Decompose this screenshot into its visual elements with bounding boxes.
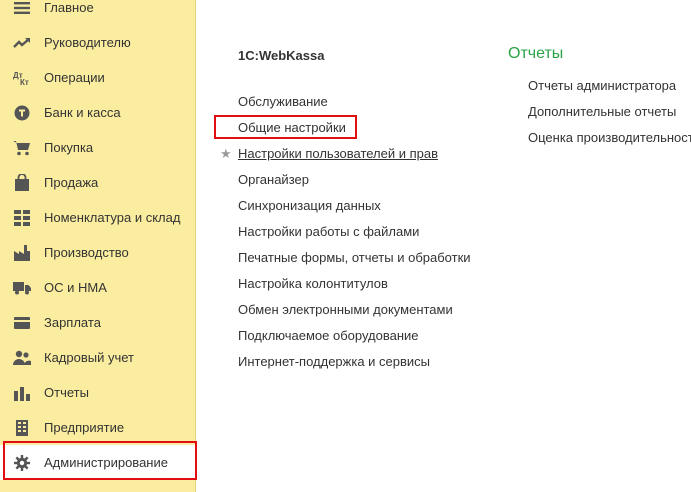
sidebar-item-label: Зарплата [44,315,101,330]
sidebar-item-administration[interactable]: Администрирование [0,445,195,480]
reports-title: Отчеты [508,45,564,62]
sidebar-item-label: Кадровый учет [44,350,134,365]
link-maintenance[interactable]: Обслуживание [238,94,328,110]
link-equipment[interactable]: Подключаемое оборудование [238,328,419,344]
sidebar-item-label: Руководителю [44,35,131,50]
factory-icon [13,244,31,262]
link-print-forms[interactable]: Печатные формы, отчеты и обработки [238,250,471,266]
debit-credit-icon: Дт Кт [13,69,31,87]
sidebar-item-production[interactable]: Производство [0,235,195,270]
sidebar-item-label: Банк и касса [44,105,121,120]
cart-icon [13,139,31,157]
link-admin-reports[interactable]: Отчеты администратора [528,78,676,94]
section-title: 1C:WebKassa [238,48,325,63]
sidebar-item-purchase[interactable]: Покупка [0,130,195,165]
link-edi[interactable]: Обмен электронными документами [238,302,453,318]
sidebar-item-operations[interactable]: Дт Кт Операции [0,60,195,95]
sidebar-item-manager[interactable]: Руководителю [0,25,195,60]
sidebar-item-bank[interactable]: Банк и касса [0,95,195,130]
truck-icon [13,279,31,297]
gear-icon [13,454,31,472]
svg-text:Кт: Кт [20,78,29,86]
sidebar-item-label: Производство [44,245,129,260]
link-user-settings[interactable]: Настройки пользователей и прав [238,146,438,162]
sidebar-item-enterprise[interactable]: Предприятие [0,410,195,445]
sidebar-item-salary[interactable]: Зарплата [0,305,195,340]
menu-icon [13,0,31,17]
sidebar-item-fixed-assets[interactable]: ОС и НМА [0,270,195,305]
sidebar-item-label: ОС и НМА [44,280,107,295]
link-additional-reports[interactable]: Дополнительные отчеты [528,104,676,120]
coin-icon [13,104,31,122]
sidebar-item-label: Главное [44,0,94,15]
building-icon [13,419,31,437]
link-general-settings[interactable]: Общие настройки [238,120,346,136]
sidebar-item-hr[interactable]: Кадровый учет [0,340,195,375]
sidebar-item-sales[interactable]: Продажа [0,165,195,200]
sidebar-item-label: Отчеты [44,385,89,400]
favorite-star-icon[interactable]: ★ [220,146,232,162]
sidebar-item-label: Администрирование [44,455,168,470]
sidebar-item-label: Предприятие [44,420,125,435]
sidebar-item-reports[interactable]: Отчеты [0,375,195,410]
sidebar-item-main[interactable]: Главное [0,0,195,25]
wallet-icon [13,314,31,332]
sidebar-item-label: Покупка [44,140,94,155]
grid-icon [13,209,31,227]
sidebar: Главное Руководителю Дт Кт Операции Банк … [0,0,196,492]
sidebar-item-nomenclature[interactable]: Номенклатура и склад [0,200,195,235]
link-performance-evaluation[interactable]: Оценка производительност [528,130,691,146]
link-organizer[interactable]: Органайзер [238,172,309,188]
link-internet-support[interactable]: Интернет-поддержка и сервисы [238,354,430,370]
bag-icon [13,174,31,192]
link-data-sync[interactable]: Синхронизация данных [238,198,381,214]
sidebar-item-label: Операции [44,70,105,85]
sidebar-item-label: Номенклатура и склад [44,210,181,225]
people-icon [13,349,31,367]
sidebar-item-label: Продажа [44,175,99,190]
trend-icon [13,34,31,52]
bar-chart-icon [13,384,31,402]
link-file-settings[interactable]: Настройки работы с файлами [238,224,419,240]
link-headers-footers[interactable]: Настройка колонтитулов [238,276,388,292]
